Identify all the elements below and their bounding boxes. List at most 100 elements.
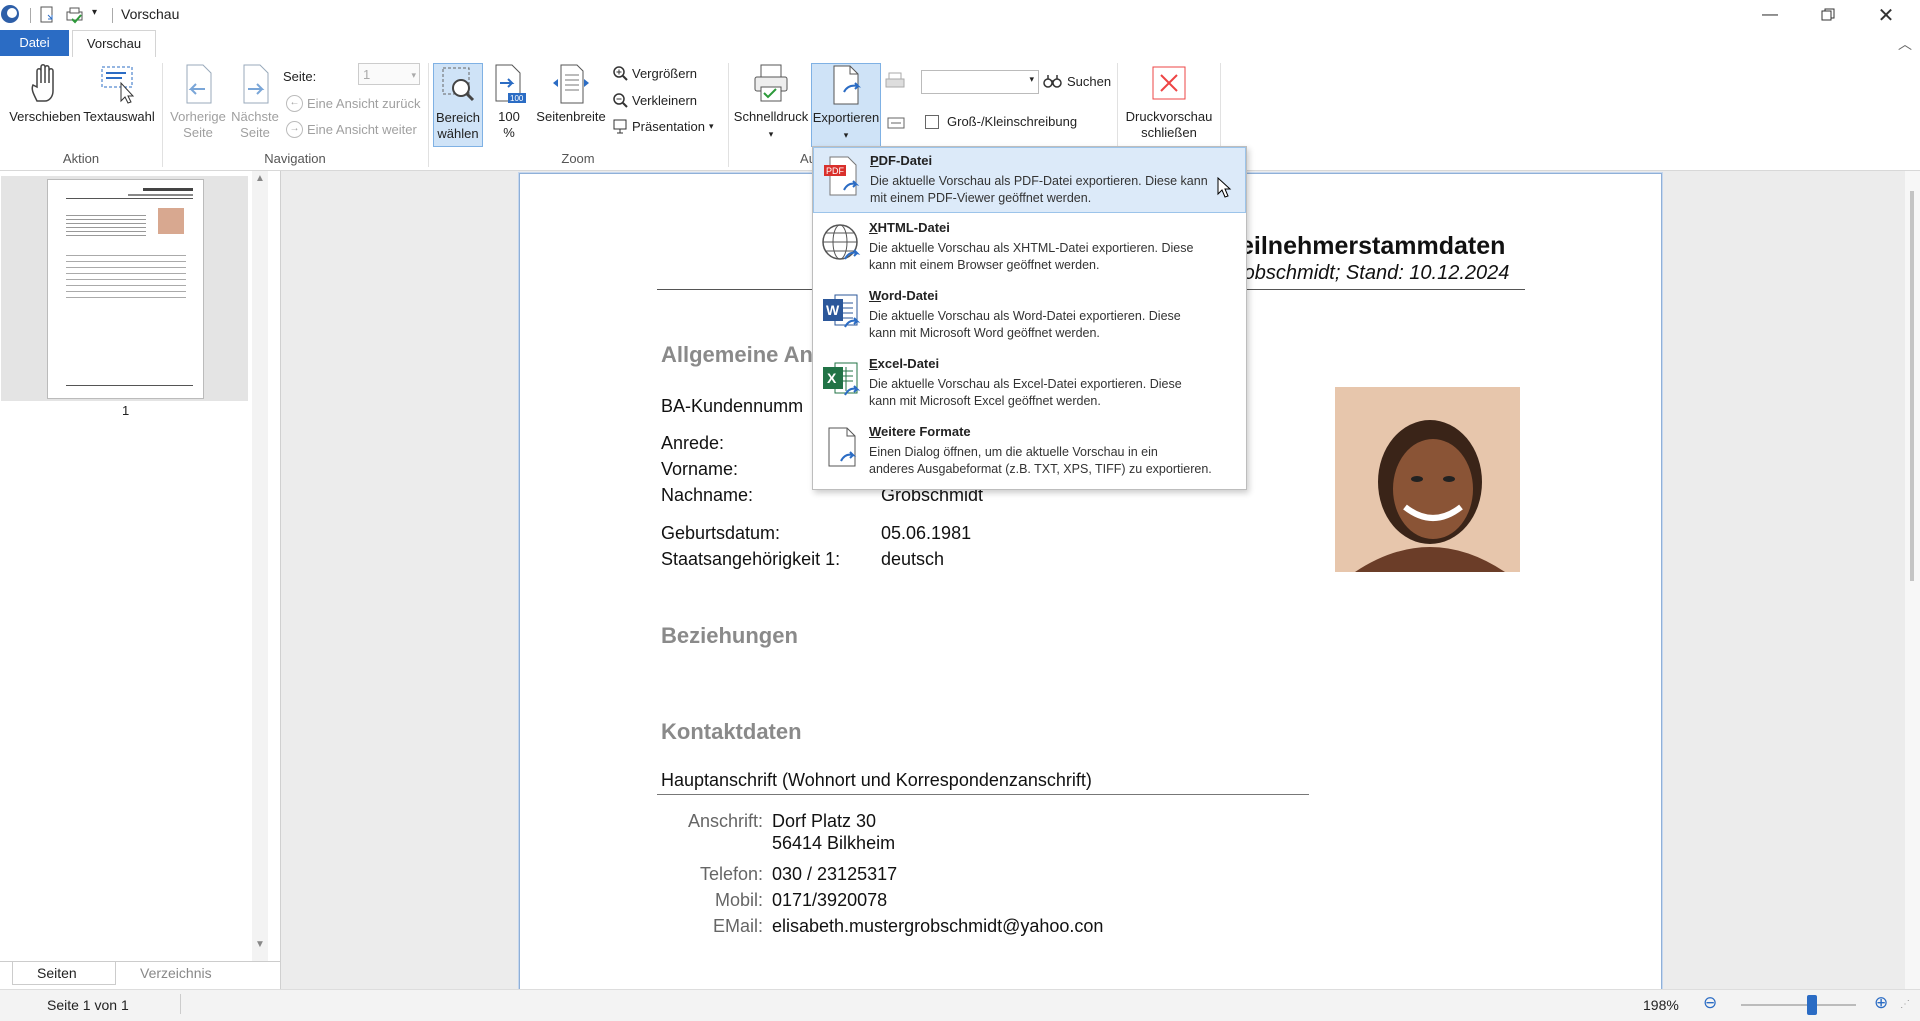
checkbox-box[interactable] [925,114,939,129]
scroll-down-icon[interactable]: ▼ [255,939,265,950]
collapse-ribbon-icon[interactable]: ︿ [1898,34,1912,54]
anrede-label: Anrede: [661,433,725,453]
export-other-formats-item[interactable]: Weitere Formate Einen Dialog öffnen, um … [813,419,1246,485]
export-word-title: Word-Datei [869,288,938,303]
text-select-button[interactable]: Textauswahl [82,63,156,125]
presentation-dropdown-icon: ▾ [709,120,714,131]
previous-page-label-1: Vorherige [170,109,226,124]
export-other-desc-2: anderes Ausgabeformat (z.B. TXT, XPS, TI… [869,462,1212,476]
scroll-up-icon[interactable]: ▲ [255,173,265,184]
page-thumbnail-panel: 1 ▲ ▼ Seiten Verzeichnis [0,171,281,989]
view-forward-button[interactable]: → Eine Ansicht weiter [286,121,417,138]
preview-scrollbar[interactable] [1905,171,1920,989]
close-preview-button[interactable]: Druckvorschau schließen [1122,63,1216,141]
view-back-label: Eine Ansicht zurück [307,96,421,111]
export-excel-item[interactable]: X Excel-Datei Die aktuelle Vorschau als … [813,351,1246,417]
print-icon[interactable] [884,71,906,91]
forward-arrow-icon: → [286,121,303,138]
export-word-title-text: ord-Datei [881,288,939,303]
email-label: EMail: [712,916,763,936]
send-icon[interactable] [886,115,906,131]
next-page-label-1: Nächste [231,109,279,124]
export-button[interactable]: Exportieren ▾ [811,63,881,147]
export-excel-desc-2: kann mit Microsoft Excel geöffnet werden… [869,394,1101,408]
export-xhtml-item[interactable]: XHTML-Datei Die aktuelle Vorschau als XH… [813,215,1246,281]
view-forward-label: Eine Ansicht weiter [307,122,417,137]
zoom-100-button[interactable]: 100 100 % [486,63,532,141]
export-word-description: Die aktuelle Vorschau als Word-Datei exp… [869,308,1239,342]
resize-grip-icon[interactable]: ⋰ [1900,999,1910,1010]
zoom-in-button[interactable]: Vergrößern [612,65,697,81]
scrollbar-thumb[interactable] [1910,191,1914,581]
thumb-subtitle-line [128,194,193,196]
quick-print-button[interactable]: Schnelldruck ▾ [733,63,809,142]
word-icon: W [823,294,861,328]
window-title: Vorschau [121,6,180,22]
search-dropdown-icon[interactable]: ▾ [1029,74,1034,85]
move-button[interactable]: Verschieben [6,63,84,125]
search-input[interactable]: ▾ [921,70,1039,94]
text-select-icon [101,66,135,104]
export-other-mnemonic: W [869,424,882,439]
case-sensitive-checkbox[interactable]: Groß-/Kleinschreibung [925,114,1077,129]
view-back-button[interactable]: ← Eine Ansicht zurück [286,95,420,112]
zoom-slider-track[interactable] [1741,1004,1856,1006]
export-excel-title-text: xcel-Datei [877,356,940,371]
tab-seiten[interactable]: Seiten [12,962,116,985]
export-other-description: Einen Dialog öffnen, um die aktuelle Vor… [869,444,1239,478]
page-spinner-icon[interactable]: ▾ [411,64,416,86]
tab-verzeichnis-label: Verzeichnis [140,965,212,981]
previous-page-button[interactable]: Vorherige Seite [167,63,229,141]
close-window-button[interactable]: ✕ [1857,0,1915,30]
quick-print-icon[interactable] [64,5,86,25]
close-preview-label-2: schließen [1141,125,1197,140]
page-width-button[interactable]: Seitenbreite [534,63,608,125]
export-other-title-text: eitere Formate [881,424,971,439]
next-page-label-2: Seite [240,125,270,140]
zoom-out-label: Verkleinern [632,92,698,108]
status-bar: Seite 1 von 1 198% ⊖ ⊕ ⋰ [0,989,1920,1021]
previous-page-label-2: Seite [183,125,213,140]
zoom-out-icon [613,93,628,108]
export-excel-title: Excel-Datei [869,356,939,371]
tab-seiten-label: Seiten [37,965,77,981]
presentation-icon [613,119,627,134]
minimize-button[interactable]: — [1741,0,1799,30]
anschrift-line2: 56414 Bilkheim [772,833,896,853]
ribbon-separator [728,63,729,167]
page-width-icon [553,64,589,104]
zoom-slider-thumb[interactable] [1807,995,1818,1015]
restore-button[interactable] [1799,0,1857,30]
page-info: Seite 1 von 1 [47,997,129,1013]
zoom-out-button[interactable]: Verkleinern [612,92,697,108]
zoom-in-status-icon[interactable]: ⊕ [1874,993,1888,1013]
page-thumbnail[interactable] [47,179,204,399]
tab-verzeichnis[interactable]: Verzeichnis [118,962,268,984]
hand-icon [31,64,54,102]
app-logo-icon [1,5,19,23]
presentation-button[interactable]: Präsentation ▾ [612,118,714,134]
group-label-navigation: Navigation [264,151,326,166]
thumb-rule [66,198,193,199]
zoom-out-status-icon[interactable]: ⊖ [1703,993,1717,1013]
new-document-icon[interactable] [38,5,58,25]
tab-datei[interactable]: Datei [0,30,69,56]
zoom-level: 198% [1643,997,1679,1013]
export-icon [833,65,862,105]
tab-vorschau[interactable]: Vorschau [72,30,156,59]
page-number-input[interactable]: 1 ▾ [358,63,420,85]
address-heading: Hauptanschrift (Wohnort und Korresponden… [661,770,1092,790]
export-excel-mnemonic: E [869,356,878,371]
presentation-label: Präsentation [632,118,705,134]
staatsangehoerigkeit-value: deutsch [881,549,945,569]
export-other-title: Weitere Formate [869,424,971,439]
quick-access-dropdown-icon[interactable]: ▾ [92,7,97,18]
export-pdf-item[interactable]: PDF PDF-Datei Die aktuelle Vorschau als … [813,147,1246,213]
binoculars-icon [1043,75,1062,88]
select-area-button[interactable]: Bereich wählen [433,63,483,147]
export-word-item[interactable]: W Word-Datei Die aktuelle Vorschau als W… [813,283,1246,349]
panel-tabs: Seiten Verzeichnis [0,961,280,990]
next-page-button[interactable]: Nächste Seite [227,63,283,141]
thumbnail-scrollbar[interactable]: ▲ ▼ [252,171,268,961]
search-button[interactable]: Suchen [1043,73,1111,89]
